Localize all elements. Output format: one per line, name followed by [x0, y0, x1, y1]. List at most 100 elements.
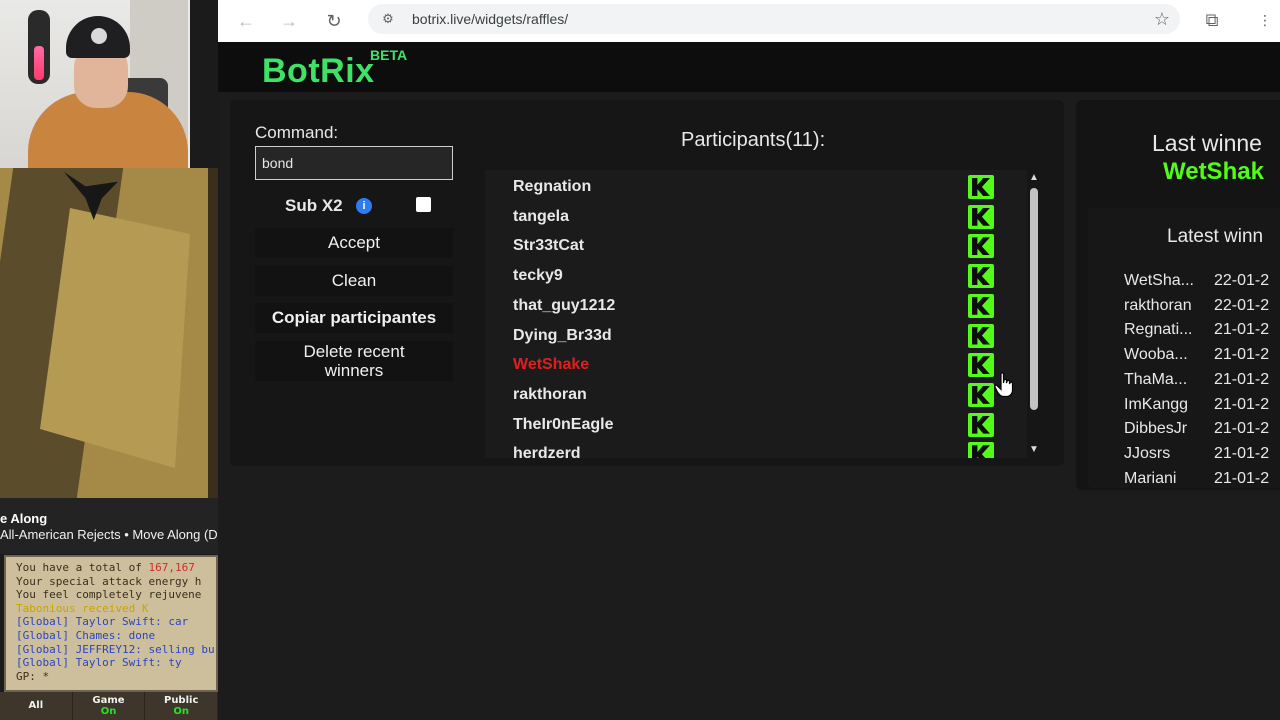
kick-icon[interactable] — [968, 234, 994, 259]
chat-line: Your special attack energy h — [16, 575, 216, 589]
latest-winner-date: 21-01-2 — [1214, 395, 1270, 413]
chat-line: You have a total of 167,167 — [16, 561, 216, 575]
latest-winner-row: Wooba... 21-01-2 — [1124, 346, 1269, 370]
last-winner-label: Last winne — [1152, 130, 1262, 156]
kick-icon[interactable] — [968, 442, 994, 458]
chat-text: You have a total of — [16, 561, 149, 574]
latest-winner-date: 21-01-2 — [1214, 469, 1270, 487]
reload-icon[interactable]: ↻ — [322, 9, 346, 33]
chat-tab[interactable]: Public On — [145, 692, 219, 720]
accept-button[interactable]: Accept — [255, 228, 453, 258]
latest-winner-name: DibbesJr — [1124, 420, 1188, 438]
chat-text: Tabonious received K — [16, 601, 149, 615]
latest-winner-name: ImKangg — [1124, 395, 1189, 413]
info-icon[interactable]: i — [356, 198, 372, 214]
chat-tab-state: On — [173, 706, 189, 717]
chat-text: [Global] Chames: done — [16, 628, 156, 642]
participant-name: TheIr0nEagle — [513, 415, 614, 433]
chat-tab-state: On — [100, 706, 117, 717]
latest-winner-date: 22-01-2 — [1214, 272, 1270, 289]
participant-row[interactable]: tangela — [513, 202, 994, 232]
latest-winner-name: rakthoran — [1124, 296, 1192, 314]
participant-name-winner: WetShake — [513, 356, 590, 374]
chat-line: [Global] Taylor Swift: car — [16, 615, 216, 629]
latest-winner-name: Regnati... — [1124, 321, 1193, 339]
browser-window: ← → ↻ ⚙ botrix.live/widgets/raffles/ ☆ ⧉… — [218, 0, 1280, 720]
copy-participants-button[interactable]: Copiar participantes — [255, 303, 453, 333]
scrollbar-thumb[interactable] — [1030, 188, 1038, 410]
delete-recent-winners-button[interactable]: Delete recent winners — [255, 341, 453, 381]
scroll-up-icon[interactable]: ▲ — [1027, 172, 1041, 184]
latest-winner-row: ThaMa... 21-01-2 — [1124, 371, 1269, 395]
botrix-logo[interactable]: BotRix — [262, 52, 375, 91]
clean-button[interactable]: Clean — [255, 266, 453, 296]
chat-text: Your special attack energy h — [16, 574, 202, 588]
chat-text: [Global] Taylor Swift: ty — [16, 656, 182, 670]
kick-icon[interactable] — [968, 323, 994, 348]
latest-winner-date: 21-01-2 — [1214, 321, 1270, 339]
game-chatbox: You have a total of 167,167 Your special … — [4, 555, 218, 692]
extensions-icon[interactable]: ⧉ — [1200, 8, 1224, 32]
beta-badge: BETA — [370, 47, 408, 63]
latest-winner-row: JJosrs 21-01-2 — [1124, 445, 1269, 469]
latest-winner-row: rakthoran 22-01-2 — [1124, 297, 1269, 321]
participant-name: Dying_Br33d — [513, 326, 612, 344]
webcam-border — [188, 0, 190, 168]
command-input[interactable] — [255, 146, 453, 180]
kick-icon[interactable] — [968, 293, 994, 318]
participant-name: rakthoran — [513, 385, 587, 403]
latest-winner-date: 21-01-2 — [1214, 370, 1270, 388]
latest-winner-row: WetSha... 22-01-2 — [1124, 272, 1269, 296]
kick-icon[interactable] — [968, 175, 994, 199]
participant-row[interactable]: rakthoran — [513, 380, 994, 410]
latest-winners-label: Latest winn — [1167, 226, 1264, 247]
participants-list[interactable]: Regnation tangela Str33tCat tecky9 that_guy1… — [485, 170, 1027, 458]
browser-toolbar: ← → ↻ ⚙ botrix.live/widgets/raffles/ ☆ ⧉… — [218, 0, 1280, 42]
kick-icon[interactable] — [968, 412, 994, 437]
participant-row[interactable]: Dying_Br33d — [513, 321, 994, 351]
participants-title: Participants(11): — [681, 129, 826, 151]
chat-line: You feel completely rejuvene — [16, 588, 216, 602]
address-bar[interactable]: ⚙ botrix.live/widgets/raffles/ ☆ — [368, 4, 1180, 34]
latest-winner-row: ImKangg 21-01-2 — [1124, 396, 1269, 420]
chat-text: You feel completely rejuvene — [16, 588, 202, 602]
participant-row[interactable]: herdzerd — [513, 439, 994, 458]
chat-tab[interactable]: All — [0, 692, 73, 720]
participant-row[interactable]: Regnation — [513, 172, 994, 202]
chat-line: Tabonious received K — [16, 602, 216, 616]
back-icon[interactable]: ← — [234, 9, 258, 33]
participant-name: Regnation — [513, 178, 592, 195]
kick-icon[interactable] — [968, 382, 994, 407]
hand-cursor-icon — [994, 372, 1014, 398]
last-winner-name: WetShak — [1163, 158, 1264, 185]
site-info-icon[interactable]: ⚙ — [378, 9, 398, 29]
latest-winner-name: Wooba... — [1124, 346, 1188, 364]
sub-x2-checkbox[interactable] — [416, 197, 431, 212]
command-label: Command: — [255, 123, 339, 142]
participant-row[interactable]: that_guy1212 — [513, 291, 994, 321]
participant-name: Str33tCat — [513, 237, 585, 255]
game-viewport — [0, 168, 218, 498]
scroll-down-icon[interactable]: ▼ — [1027, 444, 1041, 456]
latest-winner-date: 21-01-2 — [1214, 444, 1270, 462]
kick-icon[interactable] — [968, 204, 994, 229]
participant-row[interactable]: tecky9 — [513, 261, 994, 291]
song-title: e Along — [0, 511, 48, 526]
bookmark-star-icon[interactable]: ☆ — [1154, 8, 1170, 30]
chat-tab-label: All — [28, 700, 44, 711]
participant-row[interactable]: TheIr0nEagle — [513, 410, 994, 440]
chat-tab-label: Game — [92, 695, 125, 706]
chat-line: GP: * — [16, 670, 216, 684]
latest-winner-date: 21-01-2 — [1214, 420, 1270, 438]
cap-logo — [91, 28, 107, 44]
forward-icon[interactable]: → — [277, 9, 301, 33]
kick-icon[interactable] — [968, 353, 994, 378]
latest-winner-name: WetSha... — [1124, 272, 1194, 289]
kick-icon[interactable] — [968, 264, 994, 289]
chat-tab[interactable]: Game On — [73, 692, 146, 720]
participant-row[interactable]: WetShake — [513, 350, 994, 380]
webcam-feed — [0, 0, 190, 168]
browser-menu-icon[interactable]: ⋮ — [1258, 8, 1272, 32]
url-text[interactable]: botrix.live/widgets/raffles/ — [412, 11, 568, 27]
participant-row[interactable]: Str33tCat — [513, 231, 994, 261]
